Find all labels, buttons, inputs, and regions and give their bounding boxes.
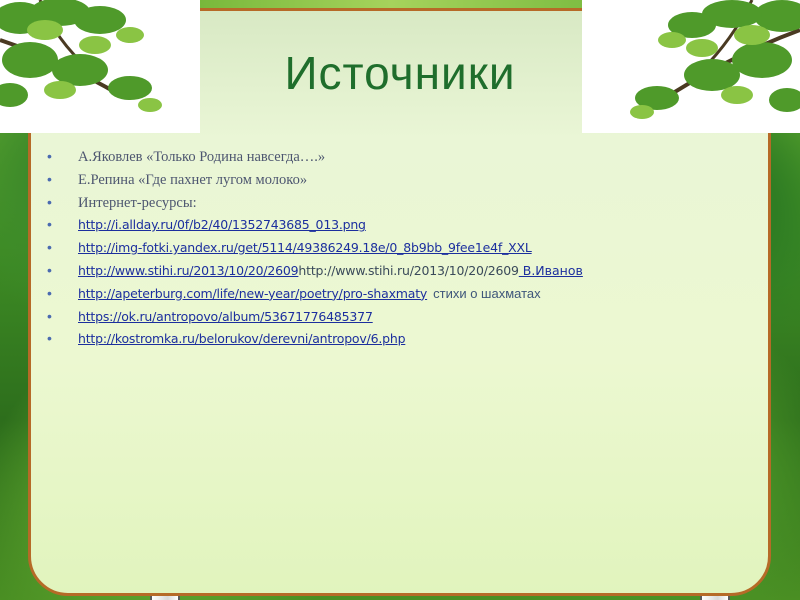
source-note: стихи о шахматах: [433, 285, 541, 301]
list-item: http://img-fotki.yandex.ru/get/5114/4938…: [44, 238, 764, 261]
source-text: А.Яковлев «Только Родина навсегда….»: [78, 149, 326, 165]
source-link[interactable]: http://apeterburg.com/life/new-year/poet…: [78, 286, 427, 301]
author-link[interactable]: В.Иванов: [519, 263, 583, 278]
source-text: Интернет-ресурсы:: [78, 194, 197, 211]
source-link[interactable]: http://www.stihi.ru/2013/10/20/2609: [78, 263, 299, 278]
list-item: Интернет-ресурсы:: [44, 193, 764, 216]
list-item: Е.Репина «Где пахнет лугом молоко»: [44, 170, 764, 193]
list-item: А.Яковлев «Только Родина навсегда….»: [44, 147, 764, 170]
list-item: http://www.stihi.ru/2013/10/20/2609http:…: [44, 261, 764, 284]
slide-title: Источники: [284, 47, 516, 99]
list-item: https://ok.ru/antropovo/album/5367177648…: [44, 307, 764, 330]
source-link[interactable]: http://kostromka.ru/belorukov/derevni/an…: [78, 331, 406, 346]
list-item: http://kostromka.ru/belorukov/derevni/an…: [44, 329, 764, 352]
list-item: http://i.allday.ru/0f/b2/40/1352743685_0…: [44, 215, 764, 238]
sources-list: А.Яковлев «Только Родина навсегда….» Е.Р…: [44, 147, 764, 352]
source-link[interactable]: https://ok.ru/antropovo/album/5367177648…: [78, 309, 373, 324]
source-link[interactable]: http://img-fotki.yandex.ru/get/5114/4938…: [78, 240, 532, 255]
source-link[interactable]: http://i.allday.ru/0f/b2/40/1352743685_0…: [78, 217, 366, 232]
source-plain-url: http://www.stihi.ru/2013/10/20/2609: [298, 262, 519, 278]
list-item: http://apeterburg.com/life/new-year/poet…: [44, 284, 764, 307]
source-text: Е.Репина «Где пахнет лугом молоко»: [78, 171, 308, 188]
